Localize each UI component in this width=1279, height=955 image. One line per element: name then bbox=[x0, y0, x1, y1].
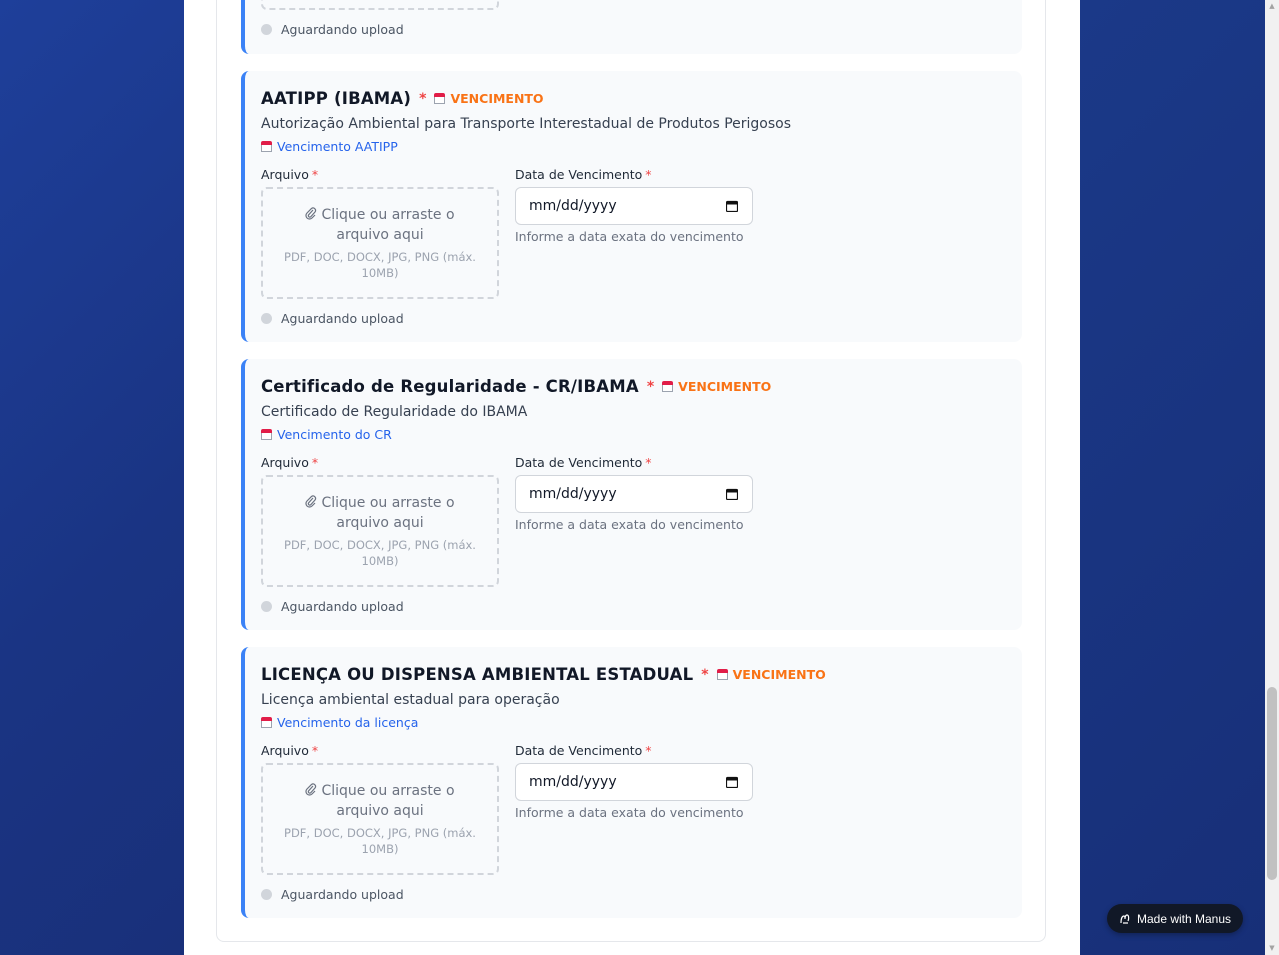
scroll-up-arrow-icon[interactable]: ▲ bbox=[1268, 2, 1276, 10]
document-card-cr-ibama: Certificado de Regularidade - CR/IBAMA *… bbox=[241, 359, 1022, 630]
dropzone-formats: PDF, DOC, DOCX, JPG, PNG (máx. 10MB) bbox=[284, 826, 476, 856]
date-hint: Informe a data exata do vencimento bbox=[515, 229, 744, 244]
dropzone-text: Clique ou arraste o arquivo aqui bbox=[263, 205, 497, 245]
status-dot-icon bbox=[261, 313, 272, 324]
calendar-icon bbox=[434, 93, 446, 104]
card-header: Certificado de Regularidade - CR/IBAMA *… bbox=[261, 377, 771, 396]
upload-status: Aguardando upload bbox=[261, 887, 404, 902]
due-date-input[interactable]: mm/dd/yyyy bbox=[515, 187, 753, 225]
due-date-input[interactable]: mm/dd/yyyy bbox=[515, 763, 753, 801]
required-mark: * bbox=[419, 90, 427, 107]
required-mark: * bbox=[701, 666, 709, 683]
dropzone-formats: PDF, DOC, DOCX, JPG, PNG (máx. 10MB) bbox=[284, 250, 476, 280]
card-title: LICENÇA OU DISPENSA AMBIENTAL ESTADUAL bbox=[261, 665, 694, 684]
card-title: AATIPP (IBAMA) bbox=[261, 89, 412, 108]
document-card-licenca-estadual: LICENÇA OU DISPENSA AMBIENTAL ESTADUAL *… bbox=[241, 647, 1022, 918]
dropzone-formats: PDF, DOC, DOCX, JPG, PNG (máx. 10MB) bbox=[284, 538, 476, 568]
vencimento-link[interactable]: Vencimento do CR bbox=[261, 427, 392, 442]
calendar-icon bbox=[261, 429, 272, 440]
date-hint: Informe a data exata do vencimento bbox=[515, 517, 744, 532]
vencimento-badge: VENCIMENTO bbox=[662, 379, 771, 394]
document-card-previous: Aguardando upload bbox=[241, 0, 1022, 54]
due-date-input[interactable]: mm/dd/yyyy bbox=[515, 475, 753, 513]
file-dropzone[interactable]: Clique ou arraste o arquivo aqui PDF, DO… bbox=[261, 187, 499, 299]
file-dropzone[interactable] bbox=[261, 0, 499, 10]
calendar-icon bbox=[261, 141, 272, 152]
paperclip-icon bbox=[305, 783, 317, 796]
form-page: Aguardando upload AATIPP (IBAMA) * VENCI… bbox=[184, 0, 1080, 955]
date-label: Data de Vencimento * bbox=[515, 455, 652, 470]
calendar-picker-icon bbox=[726, 776, 738, 788]
vencimento-link[interactable]: Vencimento AATIPP bbox=[261, 139, 398, 154]
required-mark: * bbox=[646, 378, 655, 395]
status-dot-icon bbox=[261, 889, 272, 900]
file-label: Arquivo * bbox=[261, 743, 319, 758]
dropzone-text: Clique ou arraste o arquivo aqui bbox=[263, 781, 497, 821]
calendar-picker-icon bbox=[726, 200, 738, 212]
made-with-manus-badge[interactable]: Made with Manus bbox=[1107, 904, 1243, 933]
calendar-icon bbox=[261, 717, 272, 728]
card-description: Certificado de Regularidade do IBAMA bbox=[261, 404, 528, 420]
scrollbar-thumb[interactable] bbox=[1267, 687, 1277, 880]
status-dot-icon bbox=[261, 601, 272, 612]
vencimento-badge: VENCIMENTO bbox=[716, 667, 826, 682]
scroll-down-arrow-icon[interactable]: ▼ bbox=[1268, 944, 1276, 952]
calendar-icon bbox=[716, 669, 728, 680]
upload-status: Aguardando upload bbox=[261, 311, 404, 326]
background-right bbox=[1080, 0, 1265, 955]
status-dot-icon bbox=[261, 24, 272, 35]
file-label: Arquivo * bbox=[261, 455, 319, 470]
document-card-aatipp: AATIPP (IBAMA) * VENCIMENTO Autorização … bbox=[241, 71, 1022, 342]
file-dropzone[interactable]: Clique ou arraste o arquivo aqui PDF, DO… bbox=[261, 475, 499, 587]
card-title: Certificado de Regularidade - CR/IBAMA bbox=[261, 377, 639, 396]
dropzone-text: Clique ou arraste o arquivo aqui bbox=[263, 493, 497, 533]
calendar-picker-icon bbox=[726, 488, 738, 500]
upload-status: Aguardando upload bbox=[261, 599, 404, 614]
vencimento-badge: VENCIMENTO bbox=[434, 91, 544, 106]
manus-logo-icon bbox=[1120, 913, 1130, 924]
card-header: AATIPP (IBAMA) * VENCIMENTO bbox=[261, 89, 544, 108]
calendar-icon bbox=[662, 381, 674, 392]
background-left bbox=[0, 0, 184, 955]
file-label: Arquivo * bbox=[261, 167, 319, 182]
date-label: Data de Vencimento * bbox=[515, 167, 652, 182]
paperclip-icon bbox=[305, 495, 317, 508]
paperclip-icon bbox=[305, 207, 317, 220]
file-dropzone[interactable]: Clique ou arraste o arquivo aqui PDF, DO… bbox=[261, 763, 499, 875]
vencimento-link[interactable]: Vencimento da licença bbox=[261, 715, 418, 730]
upload-status: Aguardando upload bbox=[261, 22, 404, 37]
card-description: Licença ambiental estadual para operação bbox=[261, 692, 560, 708]
date-hint: Informe a data exata do vencimento bbox=[515, 805, 744, 820]
card-description: Autorização Ambiental para Transporte In… bbox=[261, 116, 791, 132]
card-header: LICENÇA OU DISPENSA AMBIENTAL ESTADUAL *… bbox=[261, 665, 826, 684]
date-label: Data de Vencimento * bbox=[515, 743, 652, 758]
